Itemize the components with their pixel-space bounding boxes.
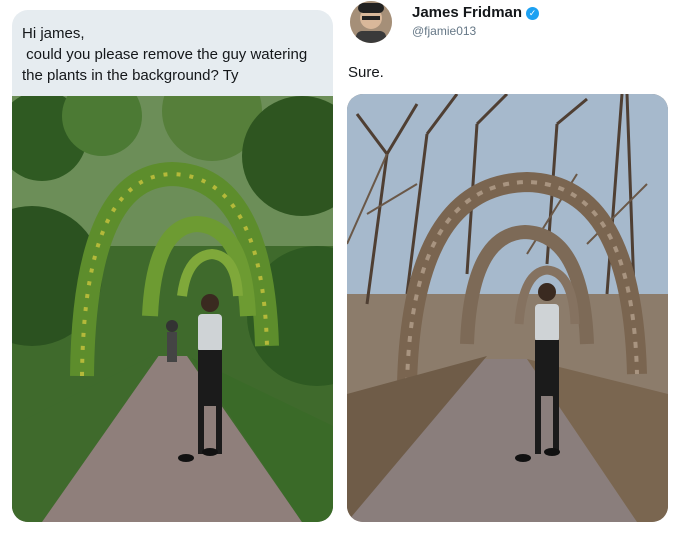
request-line: the plants in the background? Ty [22,67,239,84]
request-bubble: Hi james, could you please remove the gu… [12,10,333,96]
request-line: could you please remove the guy watering [22,46,308,63]
tweet-header: James Fridman ✓ @fjamie013 [348,0,668,46]
edited-photo[interactable] [347,94,668,522]
request-message: Hi james, could you please remove the gu… [12,10,333,522]
display-name[interactable]: James Fridman ✓ [412,4,540,21]
display-name-text: James Fridman [412,4,523,21]
reply-tweet: James Fridman ✓ @fjamie013 Sure. [336,0,680,533]
request-line: Hi james, [22,25,85,42]
user-handle[interactable]: @fjamie013 [412,24,476,38]
tweet-text: Sure. [348,64,384,81]
verified-badge-icon: ✓ [526,7,540,20]
original-photo[interactable] [12,96,333,522]
avatar[interactable] [350,1,392,43]
